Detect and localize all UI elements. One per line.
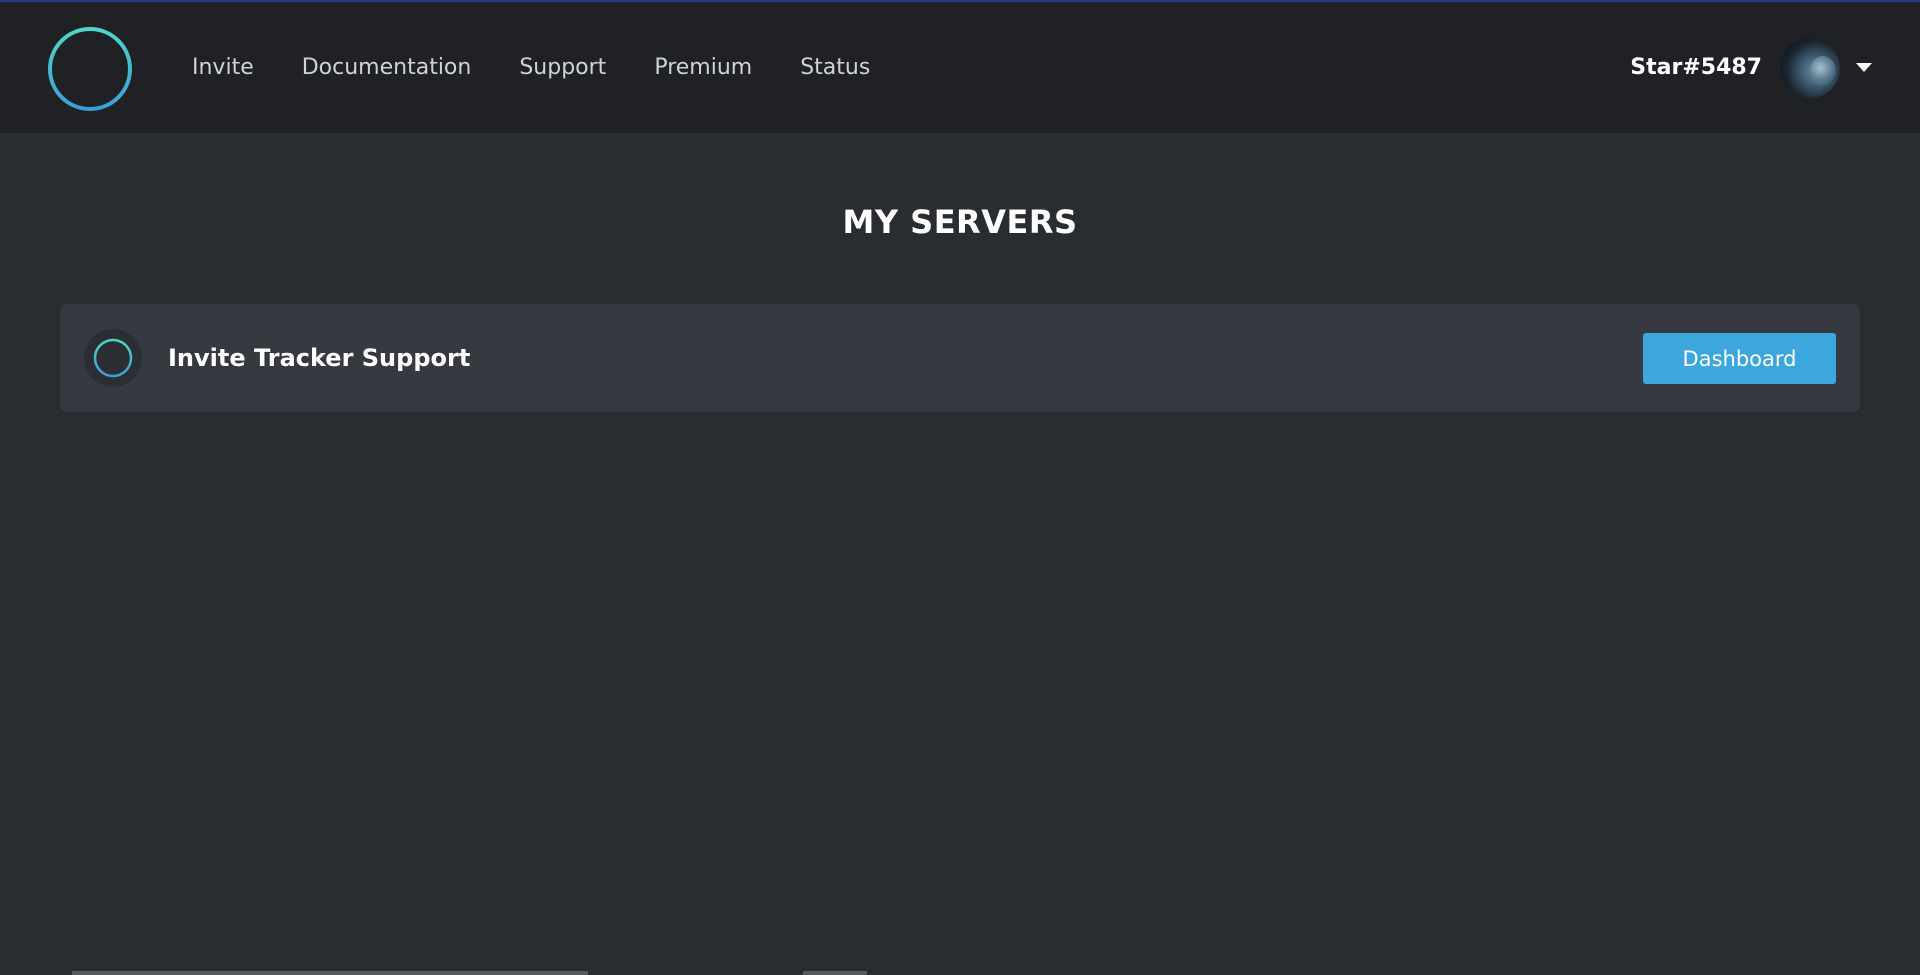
horizontal-scrollbar-thumb[interactable] <box>72 971 588 975</box>
nav-link-documentation[interactable]: Documentation <box>302 55 472 80</box>
navbar: Invite Documentation Support Premium Sta… <box>0 2 1920 133</box>
server-plus-circle-icon <box>84 329 142 387</box>
logo-plus-circle-icon[interactable] <box>47 26 133 112</box>
nav-link-status[interactable]: Status <box>800 55 870 80</box>
user-dropdown-toggle[interactable] <box>1780 37 1872 98</box>
server-card: Invite Tracker Support Dashboard <box>60 304 1860 412</box>
horizontal-scrollbar-segment[interactable] <box>803 971 867 975</box>
user-menu: Star#5487 <box>1630 2 1872 133</box>
caret-down-icon[interactable] <box>1856 63 1872 72</box>
page-title: MY SERVERS <box>842 203 1078 242</box>
nav-link-invite[interactable]: Invite <box>192 55 254 80</box>
nav-link-premium[interactable]: Premium <box>654 55 752 80</box>
nav-link-support[interactable]: Support <box>519 55 606 80</box>
username: Star#5487 <box>1630 55 1762 80</box>
nav-links: Invite Documentation Support Premium Sta… <box>192 2 870 133</box>
avatar[interactable] <box>1780 37 1840 98</box>
server-name: Invite Tracker Support <box>168 344 471 372</box>
dashboard-button[interactable]: Dashboard <box>1643 333 1836 384</box>
